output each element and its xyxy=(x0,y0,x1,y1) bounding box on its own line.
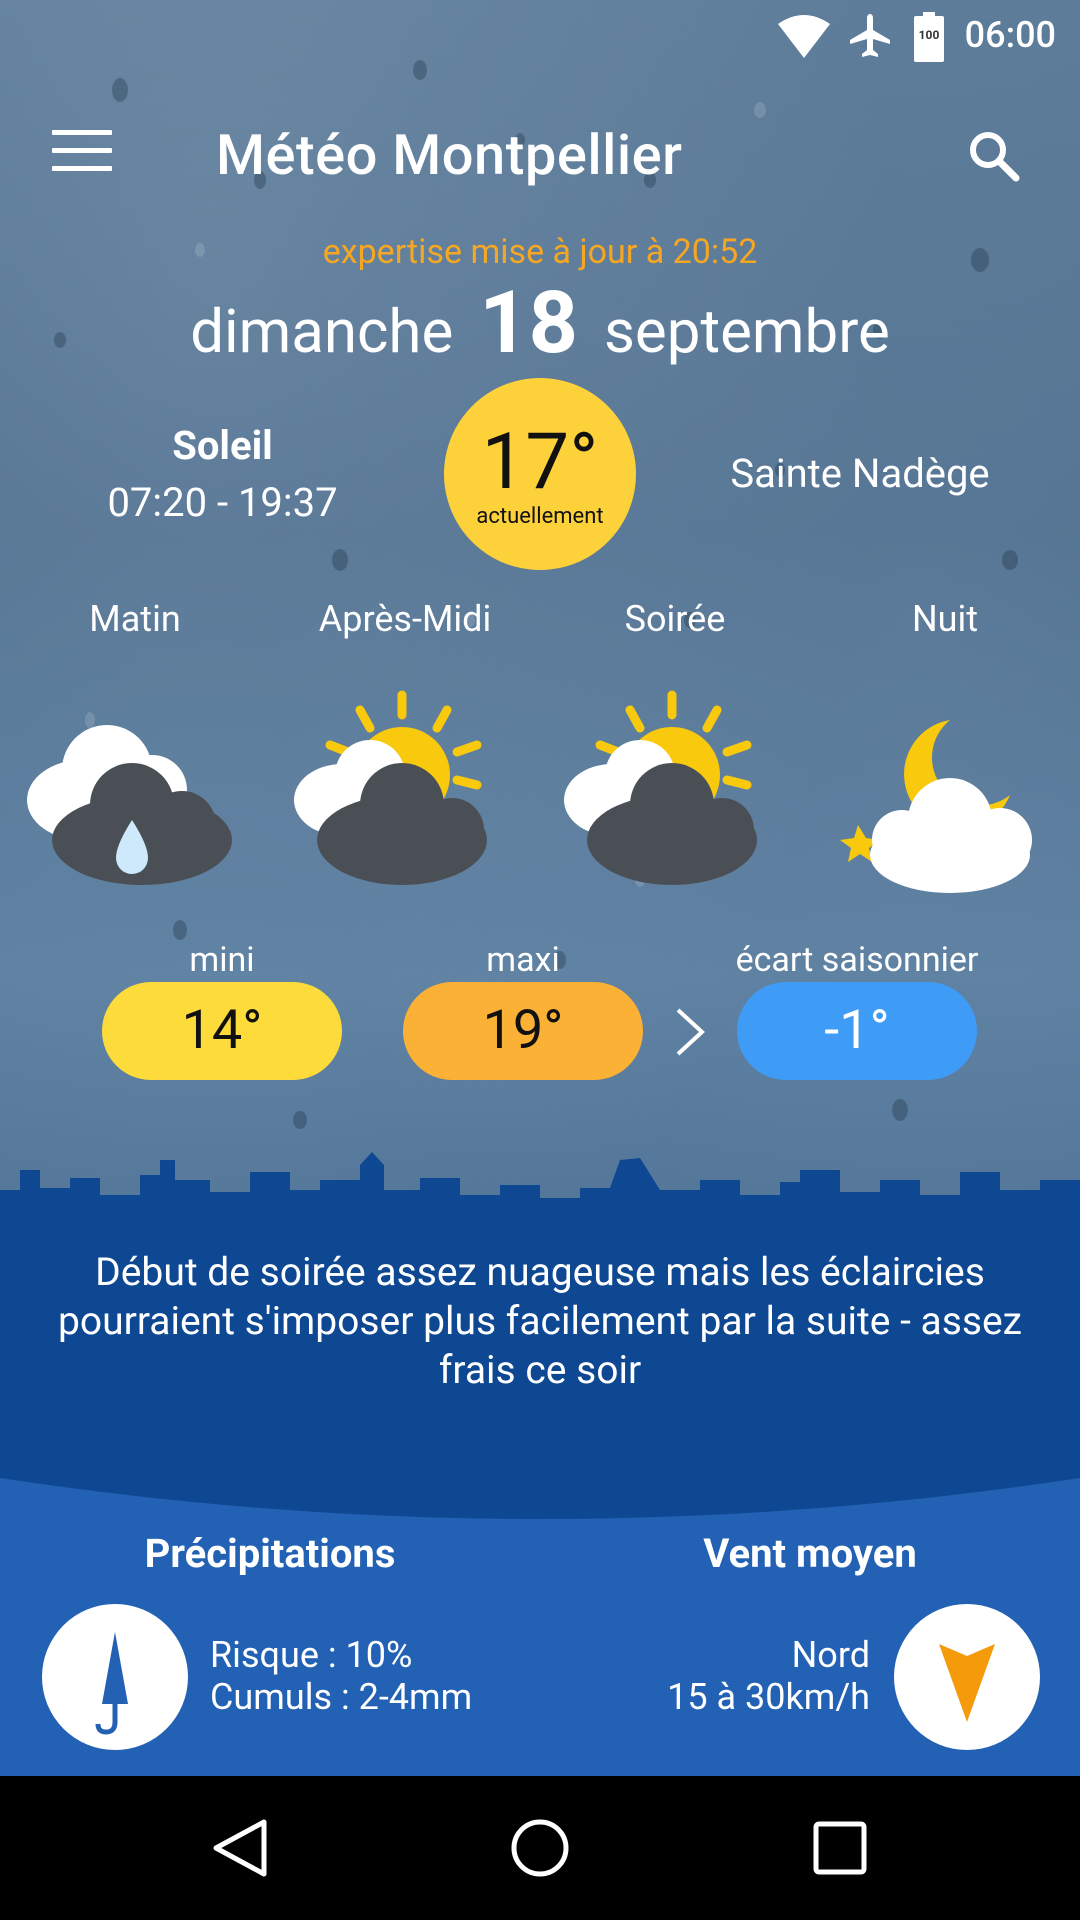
sun-info: Soleil 07:20 - 19:37 xyxy=(100,422,345,526)
status-bar: 100 06:00 xyxy=(0,0,1080,72)
min-temperature: 14° xyxy=(102,982,342,1080)
sun-cloud-icon xyxy=(564,690,757,885)
update-time-text: expertise mise à jour à 20:52 xyxy=(322,232,758,272)
seasonal-gap: -1° xyxy=(737,982,977,1080)
min-label: mini xyxy=(189,940,255,980)
current-temperature-badge: 17° actuellement xyxy=(444,378,636,570)
max-label: maxi xyxy=(486,940,560,980)
current-label: actuellement xyxy=(476,504,604,529)
wind-details: Nord 15 à 30km/h xyxy=(667,1634,870,1718)
period-label-matin: Matin xyxy=(89,598,181,640)
status-time: 06:00 xyxy=(964,14,1056,56)
precipitation-cumul: Cumuls : 2-4mm xyxy=(210,1676,473,1718)
wind-title: Vent moyen xyxy=(703,1530,917,1577)
current-temperature: 17° xyxy=(481,417,599,508)
wind-speed: 15 à 30km/h xyxy=(667,1676,870,1718)
date-day: 18 xyxy=(479,272,578,373)
city-skyline xyxy=(0,1152,1080,1250)
weather-screen: 100 06:00 Météo Montpellier expertise mi… xyxy=(0,0,1080,1776)
airplane-icon xyxy=(850,14,890,57)
max-temperature: 19° xyxy=(403,982,643,1080)
sun-title: Soleil xyxy=(172,422,273,469)
period-label-nuit: Nuit xyxy=(911,598,979,640)
sun-times: 07:20 - 19:37 xyxy=(107,479,338,526)
moon-cloud-icon xyxy=(840,720,1032,893)
umbrella-icon xyxy=(95,1632,128,1735)
forecast-description: Début de soirée assez nuageuse mais les … xyxy=(57,1249,1023,1393)
battery-level-text: 100 xyxy=(918,28,940,42)
period-label-apres-midi: Après-Midi xyxy=(318,598,492,640)
wind-button[interactable] xyxy=(894,1604,1040,1750)
date-month: septembre xyxy=(603,296,890,367)
period-label-soiree: Soirée xyxy=(624,598,726,640)
back-icon[interactable] xyxy=(208,1816,272,1880)
app-title: Météo Montpellier xyxy=(216,122,683,188)
ecart-label: écart saisonnier xyxy=(735,940,979,980)
date-heading: dimanche 18 septembre xyxy=(0,272,1080,373)
saint-of-day: Sainte Nadège xyxy=(730,450,990,497)
day-periods: Matin Après-Midi Soirée Nuit xyxy=(0,598,1080,658)
search-icon[interactable] xyxy=(964,126,1024,186)
sun-cloud-icon xyxy=(294,690,487,885)
chevron-right-icon[interactable] xyxy=(672,1006,708,1058)
rain-cloud-icon xyxy=(27,725,232,885)
precipitation-risk: Risque : 10% xyxy=(210,1634,413,1676)
navigation-bar xyxy=(0,1776,1080,1920)
precipitations-title: Précipitations xyxy=(144,1530,396,1577)
umbrella-button[interactable] xyxy=(42,1604,188,1750)
precipitation-details: Risque : 10% Cumuls : 2-4mm xyxy=(210,1634,472,1718)
recents-icon[interactable] xyxy=(808,1816,872,1880)
wifi-icon xyxy=(778,15,830,58)
hamburger-menu-icon[interactable] xyxy=(52,130,112,180)
wind-direction: Nord xyxy=(791,1634,870,1676)
home-icon[interactable] xyxy=(508,1816,572,1880)
date-weekday: dimanche xyxy=(190,296,454,367)
wind-arrow-icon xyxy=(939,1644,995,1722)
